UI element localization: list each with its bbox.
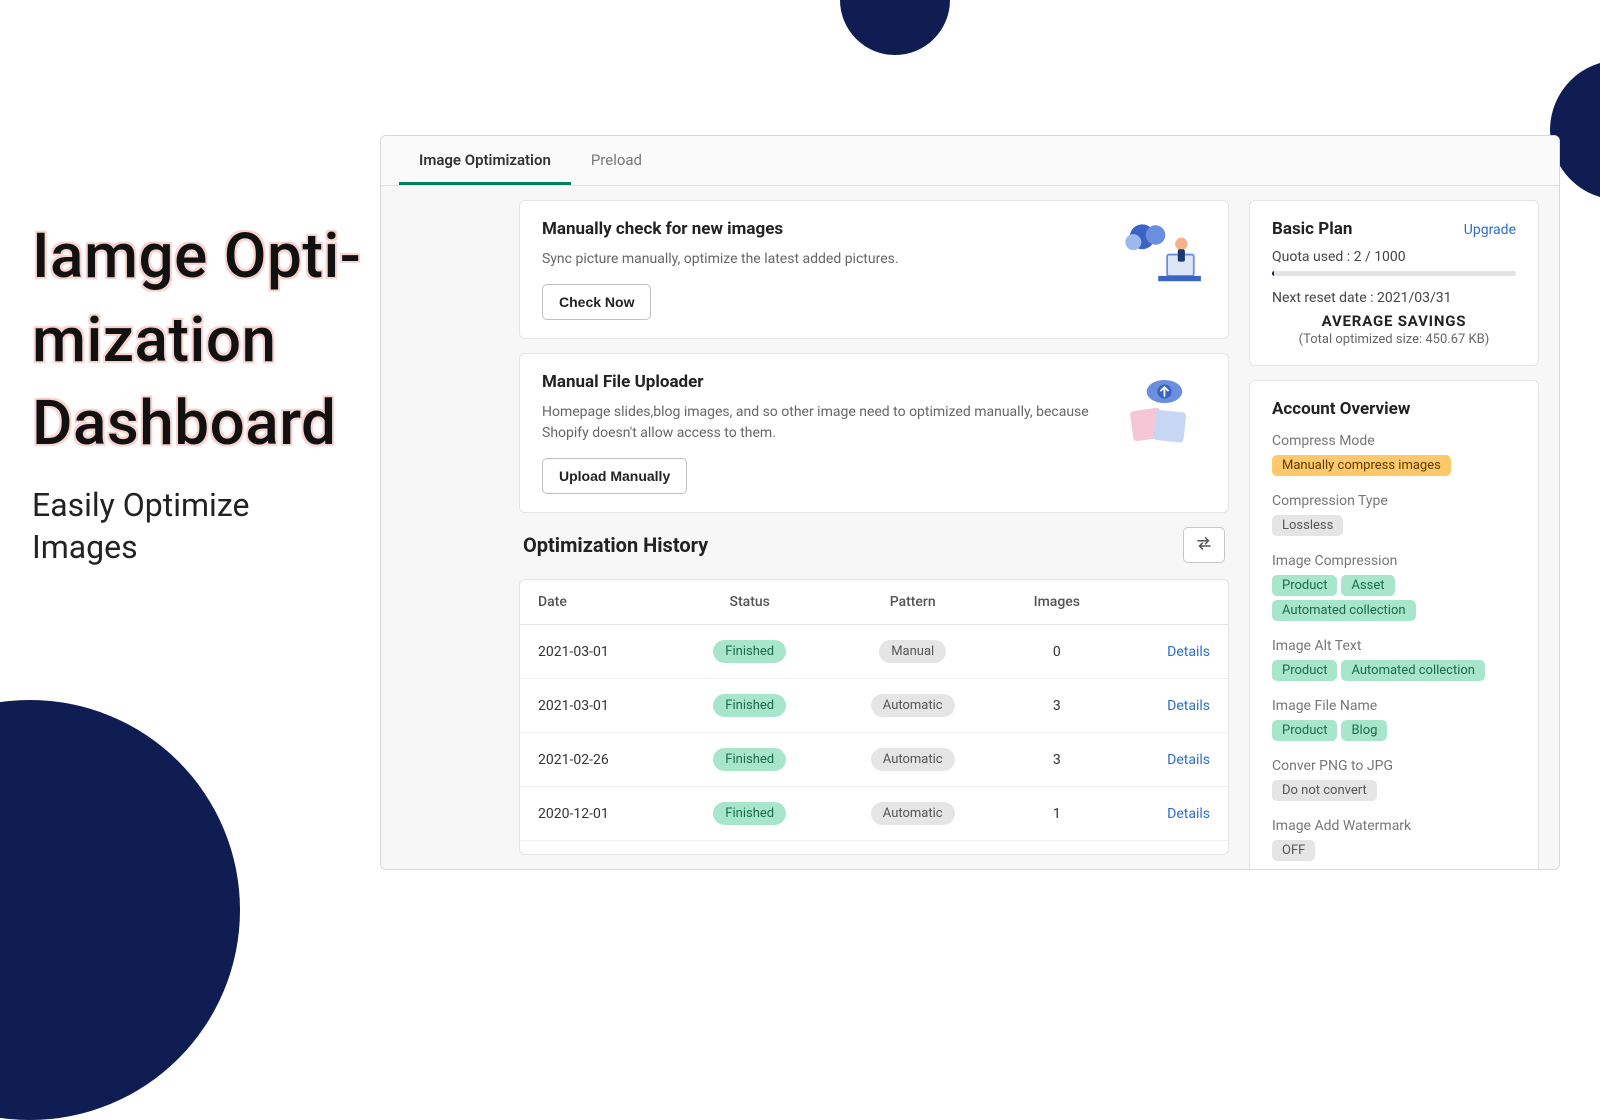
quota-used-label: Quota used : 2 / 1000 <box>1272 249 1516 265</box>
col-action <box>1116 580 1228 625</box>
tab-preload[interactable]: Preload <box>571 136 662 185</box>
overview-tag: Asset <box>1341 575 1394 596</box>
tab-image-optimization[interactable]: Image Optimization <box>399 136 571 185</box>
overview-row-label: Image Compression <box>1272 553 1516 569</box>
check-card-desc: Sync picture manually, optimize the late… <box>542 249 1096 270</box>
cell-status: Finished <box>672 841 827 856</box>
upload-card-title: Manual File Uploader <box>542 372 1096 392</box>
table-row: 2021-03-01FinishedAutomatic3 Details <box>520 679 1228 733</box>
cell-date: 2020-12-01 <box>520 787 672 841</box>
check-new-images-card: Manually check for new images Sync pictu… <box>519 200 1229 339</box>
table-row: 2021-03-01FinishedManual0 Details <box>520 625 1228 679</box>
manual-uploader-card: Manual File Uploader Homepage slides,blo… <box>519 353 1229 513</box>
quota-progress-bar <box>1272 271 1516 276</box>
tab-bar: Image Optimization Preload <box>381 136 1559 186</box>
cell-images: 1 <box>998 787 1115 841</box>
overview-tag: Product <box>1272 720 1337 741</box>
overview-tag: Manually compress images <box>1272 455 1451 476</box>
overview-tag: Product <box>1272 660 1337 681</box>
check-card-illustration <box>1114 219 1206 299</box>
upgrade-link[interactable]: Upgrade <box>1464 222 1516 238</box>
details-link[interactable]: Details <box>1167 752 1210 768</box>
history-table: Date Status Pattern Images 2021-03-01Fin… <box>519 579 1229 855</box>
cell-pattern: Manual <box>827 625 998 679</box>
cell-images: 0 <box>998 625 1115 679</box>
upload-card-illustration <box>1114 372 1206 452</box>
overview-title: Account Overview <box>1272 399 1516 419</box>
details-link[interactable]: Details <box>1167 806 1210 822</box>
cell-date: 2021-02-26 <box>520 733 672 787</box>
refresh-button[interactable] <box>1183 527 1225 563</box>
overview-tag: Lossless <box>1272 515 1343 536</box>
average-savings-sub: (Total optimized size: 450.67 KB) <box>1272 332 1516 347</box>
overview-tag: Do not convert <box>1272 780 1377 801</box>
account-overview-card: Account Overview Compress Mode Manually c… <box>1249 380 1539 869</box>
upload-card-desc: Homepage slides,blog images, and so othe… <box>542 402 1096 444</box>
overview-tag: Blog <box>1341 720 1387 741</box>
overview-tag: OFF <box>1272 840 1315 861</box>
overview-row-label: Image Add Watermark <box>1272 818 1516 834</box>
details-link[interactable]: Details <box>1167 644 1210 660</box>
table-row: 2020-12-30FinishedAutomatic1Details <box>520 841 1228 856</box>
cell-date: 2020-12-30 <box>520 841 672 856</box>
history-title: Optimization History <box>523 533 708 557</box>
check-card-title: Manually check for new images <box>542 219 1096 239</box>
overview-row-label: Compress Mode <box>1272 433 1516 449</box>
average-savings-title: AVERAGE SAVINGS <box>1272 312 1516 330</box>
decorative-circle-bottom <box>0 700 240 1120</box>
table-row: 2020-12-01FinishedAutomatic1 Details <box>520 787 1228 841</box>
col-pattern: Pattern <box>827 580 998 625</box>
overview-row: Conver PNG to JPG Do not convert <box>1272 758 1516 804</box>
cell-status: Finished <box>672 679 827 733</box>
overview-row: Image Alt Text ProductAutomated collectio… <box>1272 638 1516 684</box>
cell-pattern: Automatic <box>827 841 998 856</box>
next-reset-label: Next reset date : 2021/03/31 <box>1272 290 1516 306</box>
upload-manually-button[interactable]: Upload Manually <box>542 458 687 494</box>
cell-status: Finished <box>672 787 827 841</box>
cell-pattern: Automatic <box>827 787 998 841</box>
refresh-icon <box>1195 535 1213 555</box>
overview-row: Compress Mode Manually compress images <box>1272 433 1516 479</box>
overview-row: Compression Type Lossless <box>1272 493 1516 539</box>
check-now-button[interactable]: Check Now <box>542 284 651 320</box>
overview-row-label: Image Alt Text <box>1272 638 1516 654</box>
cell-pattern: Automatic <box>827 679 998 733</box>
overview-row-label: Conver PNG to JPG <box>1272 758 1516 774</box>
col-images: Images <box>998 580 1115 625</box>
cell-status: Finished <box>672 733 827 787</box>
decorative-circle-top <box>840 0 950 55</box>
col-status: Status <box>672 580 827 625</box>
page-hero-subtitle: Easily Optimize Images <box>32 485 292 568</box>
cell-date: 2021-03-01 <box>520 679 672 733</box>
col-date: Date <box>520 580 672 625</box>
plan-card: Basic Plan Upgrade Quota used : 2 / 1000… <box>1249 200 1539 366</box>
dashboard-window: Image Optimization Preload Manually chec… <box>380 135 1560 870</box>
overview-row: Image Compression ProductAsset Automated c… <box>1272 553 1516 624</box>
cell-images: 3 <box>998 679 1115 733</box>
cell-images: 3 <box>998 733 1115 787</box>
overview-row: Image Add Watermark OFF <box>1272 818 1516 864</box>
overview-tag: Automated collection <box>1341 660 1485 681</box>
overview-row-label: Compression Type <box>1272 493 1516 509</box>
plan-name: Basic Plan <box>1272 219 1352 239</box>
cell-status: Finished <box>672 625 827 679</box>
overview-tag: Product <box>1272 575 1337 596</box>
overview-tag: Automated collection <box>1272 600 1416 621</box>
cell-pattern: Automatic <box>827 733 998 787</box>
cell-date: 2021-03-01 <box>520 625 672 679</box>
overview-row: Image File Name ProductBlog <box>1272 698 1516 744</box>
cell-images: 1 <box>998 841 1115 856</box>
details-link[interactable]: Details <box>1167 698 1210 714</box>
page-hero-title: Iamge Opti- mization Dashboard <box>32 215 372 466</box>
overview-row-label: Image File Name <box>1272 698 1516 714</box>
table-row: 2021-02-26FinishedAutomatic3 Details <box>520 733 1228 787</box>
